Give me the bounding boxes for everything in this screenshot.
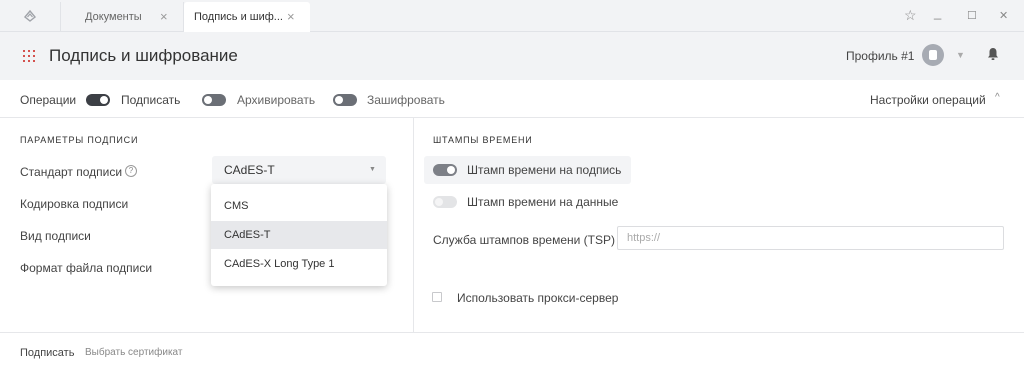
signature-standard-dropdown: CMS CAdES-T CAdES-X Long Type 1 xyxy=(211,184,387,286)
tab-sign-encrypt[interactable]: Подпись и шиф... × xyxy=(184,2,310,32)
signature-type-label: Вид подписи xyxy=(20,229,91,243)
star-icon[interactable]: ☆ xyxy=(904,7,917,24)
proxy-checkbox[interactable] xyxy=(432,292,442,302)
tsp-label: Служба штампов времени (TSP) xyxy=(433,233,616,247)
close-tab-icon[interactable]: × xyxy=(287,9,295,24)
operations-label: Операции xyxy=(20,93,77,107)
sign-toggle-label: Подписать xyxy=(121,93,181,107)
encrypt-toggle-label: Зашифровать xyxy=(367,93,445,107)
tsp-url-input[interactable] xyxy=(617,226,1004,250)
column-divider xyxy=(413,118,414,332)
tab-documents[interactable]: Документы × xyxy=(60,2,184,32)
app-logo-icon xyxy=(24,9,36,22)
stamp-signature-label: Штамп времени на подпись xyxy=(467,163,622,177)
signature-standard-label: Стандарт подписи xyxy=(20,165,123,179)
archive-toggle-label: Архивировать xyxy=(237,93,316,107)
proxy-label: Использовать прокси-сервер xyxy=(457,291,619,305)
window-close-icon[interactable]: ✕ xyxy=(999,9,1008,22)
stamp-signature-toggle[interactable] xyxy=(433,164,457,176)
chevron-up-icon[interactable]: ^ xyxy=(995,92,1000,103)
profile-name[interactable]: Профиль #1 xyxy=(846,49,914,63)
option-cms[interactable]: CMS xyxy=(211,192,387,220)
operation-settings-link[interactable]: Настройки операций xyxy=(870,93,986,107)
footer-sign-label: Подписать xyxy=(20,347,75,359)
stamp-data-toggle[interactable] xyxy=(433,196,457,208)
signature-format-label: Формат файла подписи xyxy=(20,261,153,275)
title-bar: Документы × Подпись и шиф... × ☆ _ ☐ ✕ xyxy=(0,0,1024,32)
page-title: Подпись и шифрование xyxy=(49,46,238,65)
signature-standard-select[interactable]: CAdES-T ▼ xyxy=(212,156,386,184)
option-cades-x-long[interactable]: CAdES-X Long Type 1 xyxy=(211,250,387,278)
bell-icon[interactable] xyxy=(987,47,999,61)
tab-label: Документы xyxy=(85,11,142,23)
chevron-down-icon: ▼ xyxy=(369,166,376,173)
maximize-icon[interactable]: ☐ xyxy=(967,9,977,22)
avatar[interactable] xyxy=(922,44,944,66)
selected-value: CAdES-T xyxy=(224,163,275,177)
chevron-down-icon[interactable]: ▼ xyxy=(956,50,965,60)
encrypt-toggle[interactable] xyxy=(333,94,357,106)
sign-toggle[interactable] xyxy=(86,94,110,106)
tab-label: Подпись и шиф... xyxy=(194,11,283,23)
timestamps-section-title: ШТАМПЫ ВРЕМЕНИ xyxy=(433,135,533,145)
close-tab-icon[interactable]: × xyxy=(160,9,168,24)
signature-encoding-label: Кодировка подписи xyxy=(20,197,129,211)
archive-toggle[interactable] xyxy=(202,94,226,106)
signature-section-title: ПАРАМЕТРЫ ПОДПИСИ xyxy=(20,135,139,145)
app-menu-icon[interactable] xyxy=(23,50,35,62)
option-cades-t[interactable]: CAdES-T xyxy=(211,221,387,249)
stamp-data-label: Штамп времени на данные xyxy=(467,195,619,209)
minimize-icon[interactable]: _ xyxy=(934,5,941,20)
help-icon[interactable]: ? xyxy=(125,165,137,177)
select-certificate-link[interactable]: Выбрать сертификат xyxy=(85,347,182,358)
